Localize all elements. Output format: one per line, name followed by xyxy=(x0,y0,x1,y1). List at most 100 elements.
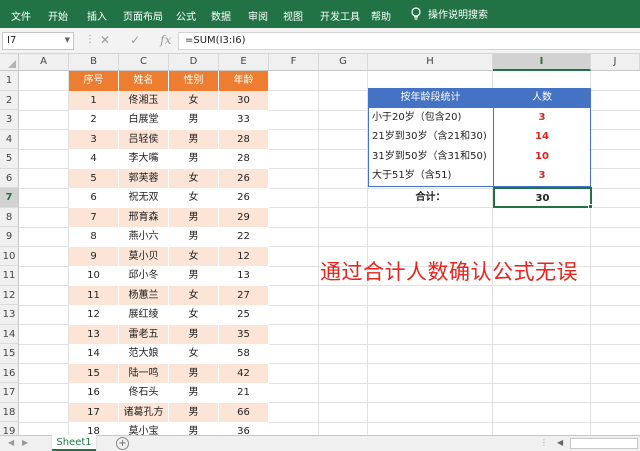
cell-index[interactable]: 5 xyxy=(69,168,119,188)
cell-gender[interactable]: 男 xyxy=(169,363,219,383)
insert-function-icon[interactable]: fx xyxy=(160,33,171,47)
cell-gender[interactable]: 男 xyxy=(169,422,219,435)
cell-gender[interactable]: 女 xyxy=(169,188,219,208)
cell-index[interactable]: 7 xyxy=(69,207,119,227)
scroll-left-icon[interactable]: ◀ xyxy=(557,438,563,447)
row-header-5[interactable]: 5 xyxy=(0,149,19,169)
cell-age[interactable]: 13 xyxy=(219,266,269,286)
tab-home[interactable]: 开始 xyxy=(48,8,68,23)
cell-index[interactable]: 2 xyxy=(69,110,119,130)
cell-name[interactable]: 邢育森 xyxy=(119,207,169,227)
header-cell-name[interactable]: 姓名 xyxy=(119,71,169,91)
cell-name[interactable]: 杨蕙兰 xyxy=(119,285,169,305)
cell-gender[interactable]: 男 xyxy=(169,402,219,422)
cell-index[interactable]: 18 xyxy=(69,422,119,435)
row-header-13[interactable]: 13 xyxy=(0,305,19,325)
row-header-6[interactable]: 6 xyxy=(0,168,19,188)
summary-label-cell[interactable]: 21岁到30岁（含21和30) xyxy=(368,127,493,147)
cell-name[interactable]: 郭芙蓉 xyxy=(119,168,169,188)
cell-age[interactable]: 28 xyxy=(219,129,269,149)
cell-gender[interactable]: 男 xyxy=(169,149,219,169)
cell-age[interactable]: 66 xyxy=(219,402,269,422)
cell-index[interactable]: 10 xyxy=(69,266,119,286)
header-cell-age[interactable]: 年龄 xyxy=(219,71,269,91)
summary-header-count[interactable]: 人数 xyxy=(493,88,591,108)
cell-age[interactable]: 29 xyxy=(219,207,269,227)
cell-index[interactable]: 1 xyxy=(69,90,119,110)
cell-age[interactable]: 26 xyxy=(219,188,269,208)
cell-name[interactable]: 白展堂 xyxy=(119,110,169,130)
horizontal-scrollbar[interactable] xyxy=(570,438,638,449)
cell-index[interactable]: 12 xyxy=(69,305,119,325)
column-header-b[interactable]: B xyxy=(69,54,119,71)
tab-insert[interactable]: 插入 xyxy=(87,8,107,23)
cell-index[interactable]: 8 xyxy=(69,227,119,247)
summary-label-cell[interactable]: 31岁到50岁（含31和50) xyxy=(368,146,493,166)
cell-age[interactable]: 58 xyxy=(219,344,269,364)
column-header-d[interactable]: D xyxy=(169,54,219,71)
summary-value-cell[interactable]: 3 xyxy=(493,166,591,186)
tab-help[interactable]: 帮助 xyxy=(371,8,391,23)
cell-age[interactable]: 28 xyxy=(219,149,269,169)
cell-index[interactable]: 3 xyxy=(69,129,119,149)
cell-name[interactable]: 范大娘 xyxy=(119,344,169,364)
cancel-icon[interactable]: ✕ xyxy=(100,33,110,47)
cell-name[interactable]: 莫小宝 xyxy=(119,422,169,435)
cell-gender[interactable]: 女 xyxy=(169,90,219,110)
cell-gender[interactable]: 男 xyxy=(169,207,219,227)
cell-gender[interactable]: 男 xyxy=(169,227,219,247)
header-cell-index[interactable]: 序号 xyxy=(69,71,119,91)
cell-gender[interactable]: 男 xyxy=(169,324,219,344)
column-header-j[interactable]: J xyxy=(591,54,640,71)
row-header-3[interactable]: 3 xyxy=(0,110,19,130)
cell-name[interactable]: 雷老五 xyxy=(119,324,169,344)
row-header-4[interactable]: 4 xyxy=(0,129,19,149)
chevron-down-icon[interactable]: ▼ xyxy=(65,36,70,44)
fill-handle[interactable] xyxy=(588,204,593,209)
row-header-9[interactable]: 9 xyxy=(0,227,19,247)
cell-age[interactable]: 26 xyxy=(219,168,269,188)
column-header-g[interactable]: G xyxy=(319,54,368,71)
tab-review[interactable]: 审阅 xyxy=(248,8,268,23)
cell-name[interactable]: 莫小贝 xyxy=(119,246,169,266)
cell-gender[interactable]: 女 xyxy=(169,285,219,305)
cell-age[interactable]: 27 xyxy=(219,285,269,305)
total-value-cell[interactable]: 30 xyxy=(493,187,592,208)
cell-name[interactable]: 陆一鸣 xyxy=(119,363,169,383)
cell-index[interactable]: 16 xyxy=(69,383,119,403)
cell-gender[interactable]: 女 xyxy=(169,168,219,188)
row-header-14[interactable]: 14 xyxy=(0,324,19,344)
cell-name[interactable]: 佟石头 xyxy=(119,383,169,403)
cell-index[interactable]: 17 xyxy=(69,402,119,422)
row-header-15[interactable]: 15 xyxy=(0,344,19,364)
cell-name[interactable]: 展红绫 xyxy=(119,305,169,325)
prev-sheet-icon[interactable]: ◀ xyxy=(8,438,14,447)
cell-age[interactable]: 42 xyxy=(219,363,269,383)
column-header-c[interactable]: C xyxy=(119,54,169,71)
cell-age[interactable]: 30 xyxy=(219,90,269,110)
cell-gender[interactable]: 男 xyxy=(169,383,219,403)
tab-view[interactable]: 视图 xyxy=(283,8,303,23)
row-header-7[interactable]: 7 xyxy=(0,188,19,208)
row-header-8[interactable]: 8 xyxy=(0,207,19,227)
tab-file[interactable]: 文件 xyxy=(11,8,31,23)
formula-bar-grip-icon[interactable]: ⋮ xyxy=(85,34,96,45)
enter-icon[interactable]: ✓ xyxy=(130,33,140,47)
cell-name[interactable]: 吕轻侯 xyxy=(119,129,169,149)
tab-data[interactable]: 数据 xyxy=(211,8,231,23)
cell-age[interactable]: 22 xyxy=(219,227,269,247)
cell-gender[interactable]: 男 xyxy=(169,129,219,149)
add-sheet-icon[interactable]: + xyxy=(116,437,129,450)
row-header-12[interactable]: 12 xyxy=(0,285,19,305)
column-header-e[interactable]: E xyxy=(219,54,269,71)
row-header-18[interactable]: 18 xyxy=(0,402,19,422)
formula-input[interactable]: =SUM(I3:I6) xyxy=(178,32,640,50)
column-header-f[interactable]: F xyxy=(269,54,319,71)
cell-index[interactable]: 14 xyxy=(69,344,119,364)
row-header-1[interactable]: 1 xyxy=(0,71,19,91)
summary-label-cell[interactable]: 小于20岁（包含20) xyxy=(368,107,493,127)
row-header-19[interactable]: 19 xyxy=(0,422,19,435)
summary-value-cell[interactable]: 3 xyxy=(493,107,591,127)
select-all-button[interactable] xyxy=(0,54,19,71)
tab-formulas[interactable]: 公式 xyxy=(176,8,196,23)
